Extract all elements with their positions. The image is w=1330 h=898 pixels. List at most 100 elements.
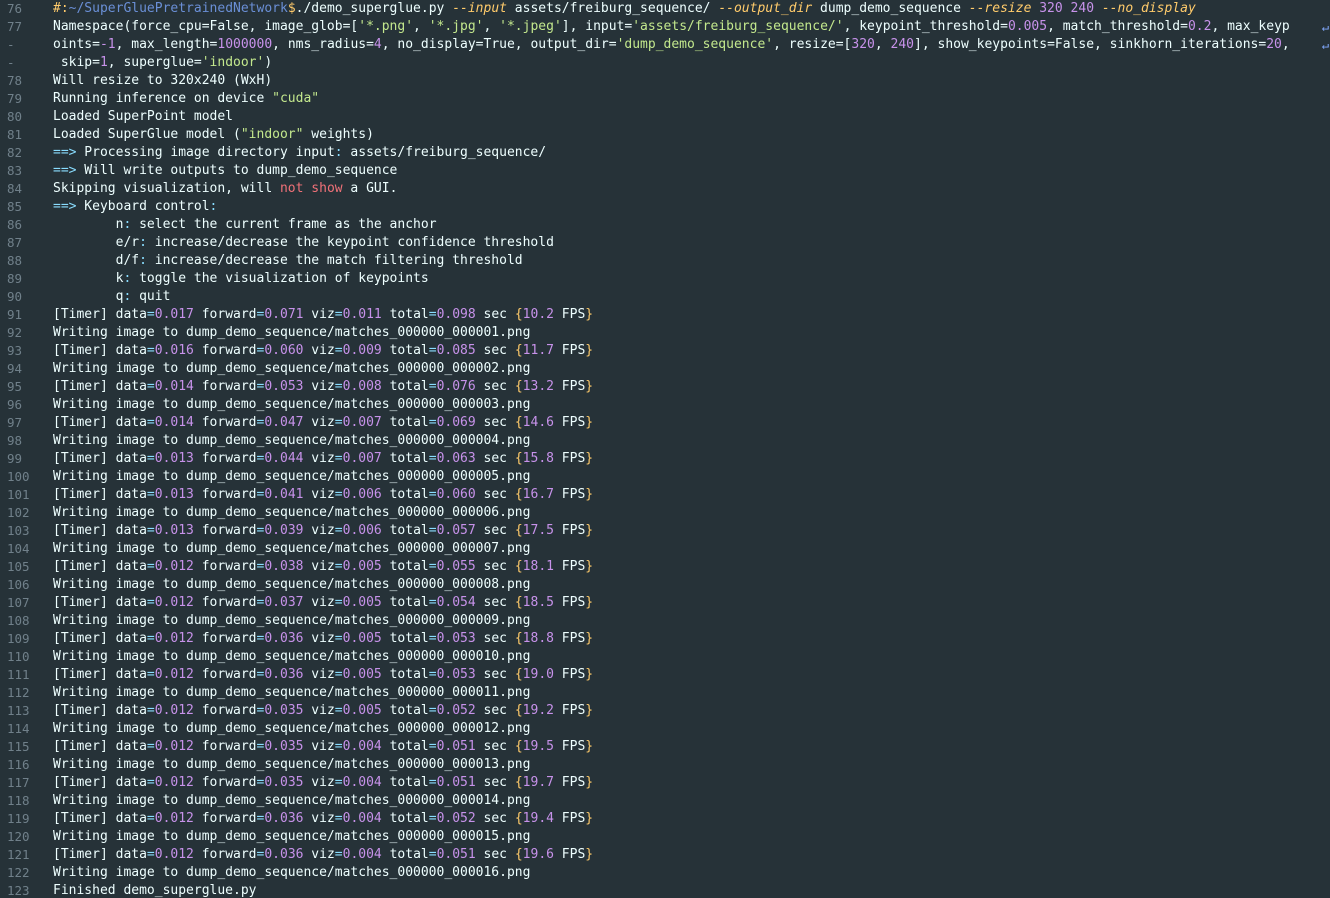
output-line: 112 Writing image to dump_demo_sequence/m…: [0, 684, 1330, 702]
text-token: =: [334, 343, 343, 358]
text-token: =: [334, 415, 343, 430]
text-token: increase/decrease the keypoint confidenc…: [146, 235, 554, 250]
text-token: Writing image to dump_demo_sequence/matc…: [53, 865, 531, 880]
text-token: ], show_keypoints=False, sinkhorn_iterat…: [914, 37, 1267, 52]
text-token: FPS: [553, 631, 586, 646]
text-token: 320 240: [1039, 1, 1095, 16]
output-line: 116 Writing image to dump_demo_sequence/m…: [0, 756, 1330, 774]
output-line: 80 Loaded SuperPoint model: [0, 108, 1330, 126]
line-number: 84: [7, 181, 23, 196]
terminal-output-view[interactable]: 76 #:~/SuperGluePretrainedNetwork$./demo_…: [0, 0, 1330, 898]
line-text: Skipping visualization, will not show a …: [53, 180, 1321, 198]
line-text: Writing image to dump_demo_sequence/matc…: [53, 360, 1321, 378]
text-token: forward: [193, 451, 257, 466]
text-token: , resize=[: [773, 37, 852, 52]
text-token: 0.004: [342, 775, 382, 790]
text-token: 0.005: [1007, 19, 1048, 34]
line-number: 81: [7, 127, 23, 142]
text-token: 0.037: [264, 595, 304, 610]
text-token: {: [514, 307, 523, 322]
text-token: [Timer] data: [53, 415, 147, 430]
output-line: 93 [Timer] data=0.016 forward=0.060 viz=0…: [0, 342, 1330, 360]
text-token: '*.jpeg': [499, 19, 562, 34]
line-text: [Timer] data=0.012 forward=0.036 viz=0.0…: [53, 666, 1321, 684]
line-text: [Timer] data=0.012 forward=0.035 viz=0.0…: [53, 774, 1321, 792]
line-text: [Timer] data=0.012 forward=0.037 viz=0.0…: [53, 594, 1321, 612]
text-token: total: [381, 487, 429, 502]
line-number: -: [7, 55, 15, 70]
line-number: 78: [7, 73, 23, 88]
line-number: 104: [7, 541, 30, 556]
line-number: 117: [7, 775, 30, 790]
text-token: Writing image to dump_demo_sequence/matc…: [53, 505, 531, 520]
text-token: FPS: [553, 343, 586, 358]
text-token: Writing image to dump_demo_sequence/matc…: [53, 577, 531, 592]
text-token: sec: [475, 379, 515, 394]
text-token: =: [334, 847, 343, 862]
text-token: 0.053: [436, 631, 476, 646]
line-text: Writing image to dump_demo_sequence/matc…: [53, 396, 1321, 414]
text-token: 0.098: [436, 307, 476, 322]
text-token: sec: [475, 307, 515, 322]
line-text: [Timer] data=0.014 forward=0.053 viz=0.0…: [53, 378, 1321, 396]
text-token: =: [334, 775, 343, 790]
text-token: $: [287, 1, 296, 16]
text-token: =: [146, 667, 155, 682]
text-token: 0.012: [154, 631, 194, 646]
text-token: =: [146, 631, 155, 646]
text-token: 'assets/freiburg_sequence/': [632, 19, 844, 34]
output-line: 99 [Timer] data=0.013 forward=0.044 viz=0…: [0, 450, 1330, 468]
line-number: 109: [7, 631, 30, 646]
text-token: total: [381, 415, 429, 430]
output-line: 76 #:~/SuperGluePretrainedNetwork$./demo_…: [0, 0, 1330, 18]
text-token: viz: [303, 307, 335, 322]
text-token: }: [585, 415, 594, 430]
line-text: [Timer] data=0.012 forward=0.036 viz=0.0…: [53, 810, 1321, 828]
text-token: =: [334, 667, 343, 682]
text-token: {: [514, 487, 523, 502]
output-line: 86 n: select the current frame as the an…: [0, 216, 1330, 234]
text-token: }: [585, 559, 594, 574]
text-token: forward: [193, 379, 257, 394]
text-token: viz: [303, 595, 335, 610]
text-token: 0.009: [342, 343, 382, 358]
text-token: 0.012: [154, 847, 194, 862]
text-token: }: [585, 847, 594, 862]
output-line: - skip=1, superglue='indoor'): [0, 54, 1330, 72]
text-token: 0.005: [342, 667, 382, 682]
text-token: viz: [303, 559, 335, 574]
text-token: Running inference on device: [53, 91, 273, 106]
output-line: 92 Writing image to dump_demo_sequence/ma…: [0, 324, 1330, 342]
text-token: }: [585, 307, 594, 322]
text-token: 0.012: [154, 739, 194, 754]
text-token: FPS: [553, 703, 586, 718]
text-token: viz: [303, 775, 335, 790]
text-token: ==>: [53, 199, 77, 214]
line-text: [Timer] data=0.017 forward=0.071 viz=0.0…: [53, 306, 1321, 324]
text-token: [Timer] data: [53, 775, 147, 790]
output-line: 88 d/f: increase/decrease the match filt…: [0, 252, 1330, 270]
line-number: 114: [7, 721, 30, 736]
text-token: {: [514, 703, 523, 718]
line-number: 115: [7, 739, 30, 754]
line-number: 116: [7, 757, 30, 772]
text-token: 0.060: [436, 487, 476, 502]
text-token: sec: [475, 523, 515, 538]
text-token: total: [381, 847, 429, 862]
line-text: n: select the current frame as the ancho…: [53, 216, 1321, 234]
line-number: 80: [7, 109, 23, 124]
output-line: 82 ==> Processing image directory input: …: [0, 144, 1330, 162]
text-token: [Timer] data: [53, 811, 147, 826]
text-token: --output_dir: [718, 1, 813, 16]
text-token: =: [146, 775, 155, 790]
text-token: weights): [303, 127, 374, 142]
output-line: 106 Writing image to dump_demo_sequence/m…: [0, 576, 1330, 594]
text-token: }: [585, 631, 594, 646]
line-text: Writing image to dump_demo_sequence/matc…: [53, 504, 1321, 522]
text-token: [Timer] data: [53, 343, 147, 358]
text-token: =: [334, 307, 343, 322]
text-token: =: [334, 379, 343, 394]
line-number: 82: [7, 145, 23, 160]
text-token: Writing image to dump_demo_sequence/matc…: [53, 685, 531, 700]
